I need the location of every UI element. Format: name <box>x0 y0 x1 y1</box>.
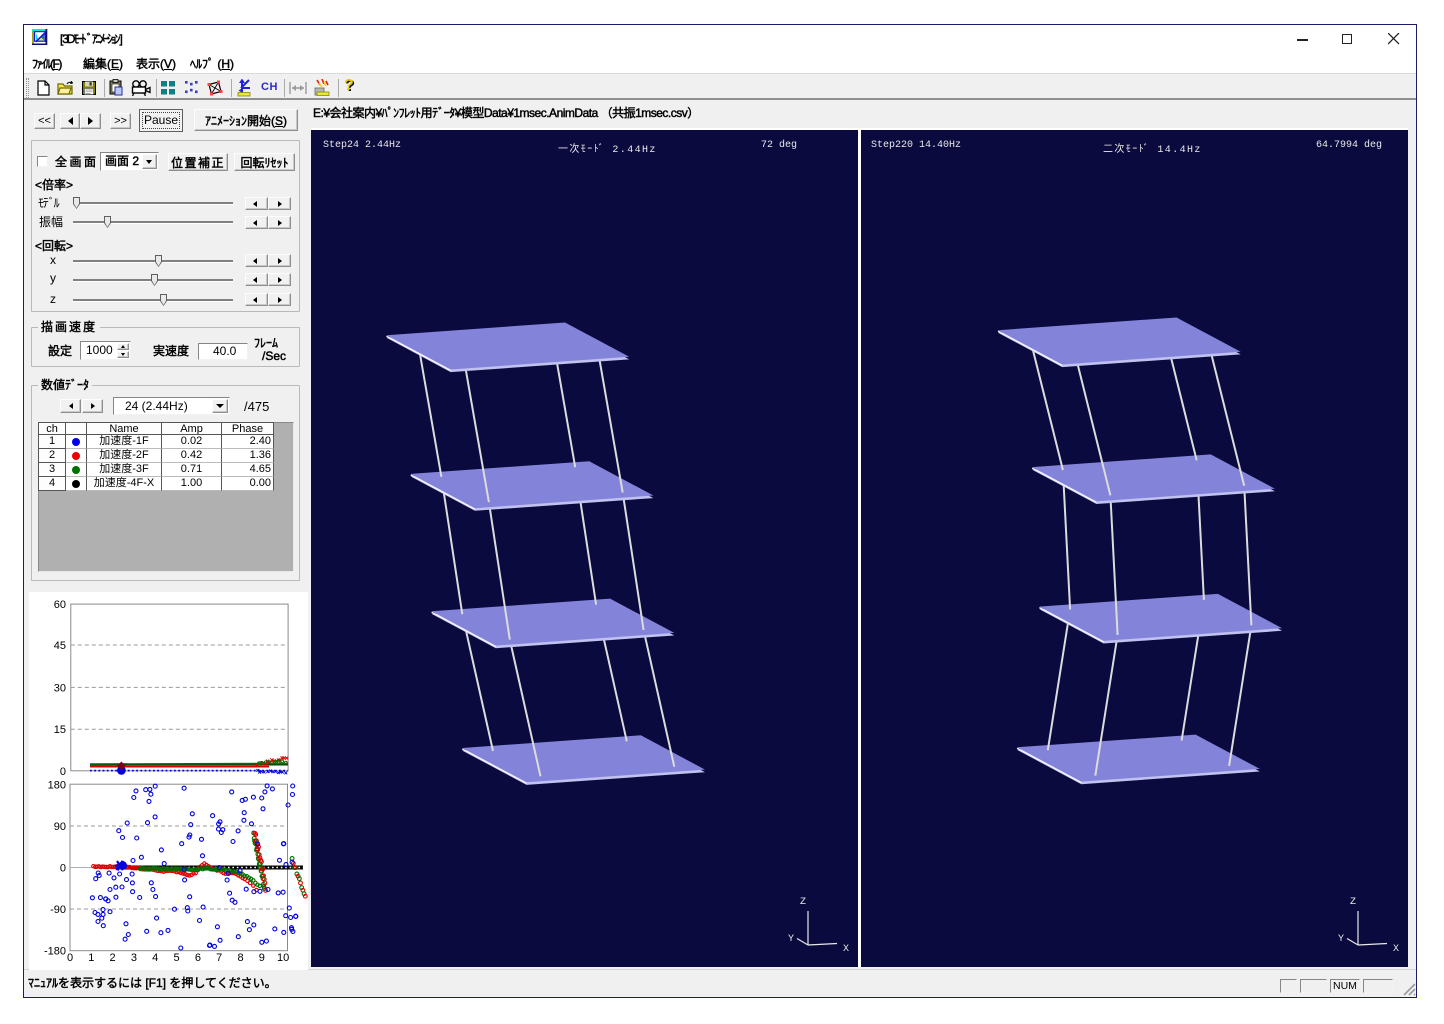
svg-text:60: 60 <box>54 599 66 611</box>
svg-text:-180: -180 <box>44 946 66 958</box>
svg-text:10: 10 <box>277 952 289 964</box>
svg-text:2: 2 <box>110 952 116 964</box>
svg-text:90: 90 <box>54 821 66 833</box>
svg-text:0: 0 <box>67 952 73 964</box>
svg-text:15: 15 <box>54 724 66 736</box>
svg-text:Y: Y <box>1338 934 1344 945</box>
svg-text:1: 1 <box>88 952 94 964</box>
svg-text:7: 7 <box>216 952 222 964</box>
svg-text:5: 5 <box>174 952 180 964</box>
svg-text:X: X <box>1393 944 1399 955</box>
svg-text:Z: Z <box>1350 897 1356 908</box>
svg-text:Y: Y <box>788 934 794 945</box>
svg-text:45: 45 <box>54 640 66 652</box>
svg-text:-90: -90 <box>50 904 66 916</box>
svg-text:0: 0 <box>60 863 66 875</box>
svg-text:30: 30 <box>54 682 66 694</box>
svg-text:3: 3 <box>131 952 137 964</box>
svg-text:X: X <box>843 944 849 955</box>
svg-text:9: 9 <box>259 952 265 964</box>
svg-text:180: 180 <box>48 779 66 791</box>
svg-text:6: 6 <box>195 952 201 964</box>
svg-text:0: 0 <box>60 766 66 778</box>
svg-text:4: 4 <box>152 952 158 964</box>
svg-text:8: 8 <box>237 952 243 964</box>
svg-text:Z: Z <box>800 897 806 908</box>
